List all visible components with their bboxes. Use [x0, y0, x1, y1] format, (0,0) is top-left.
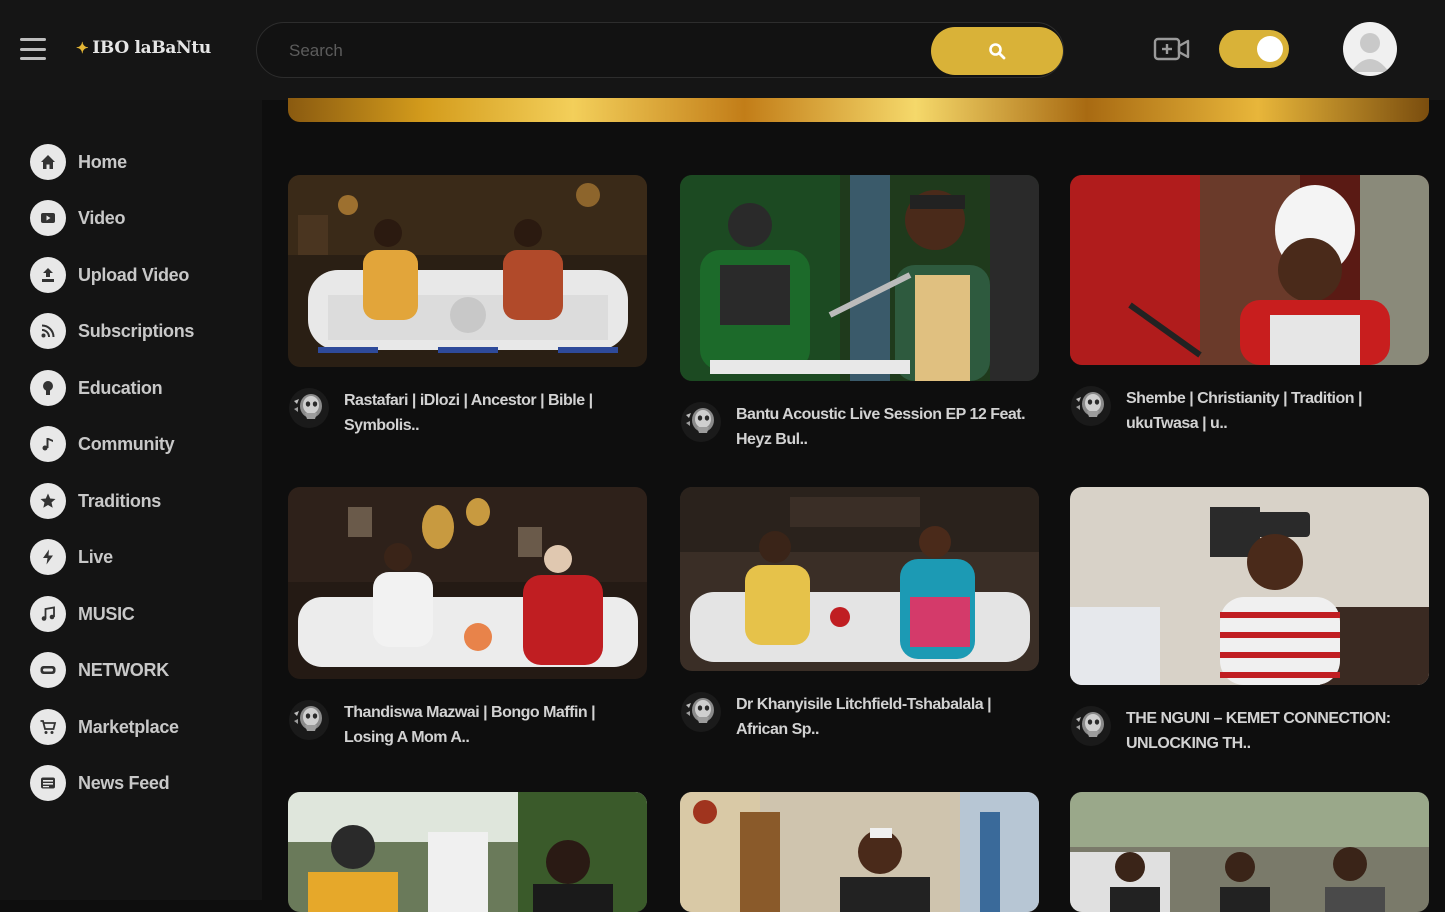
- video-title[interactable]: Thandiswa Mazwai | Bongo Maffin | Losing…: [344, 700, 634, 750]
- network-icon: [30, 652, 66, 688]
- video-card[interactable]: Dr Khanyisile Litchfield-Tshabalala | Af…: [680, 487, 1039, 738]
- search-button[interactable]: [931, 27, 1063, 75]
- video-card[interactable]: Shembe | Christianity | Tradition | ukuT…: [1070, 175, 1429, 432]
- video-thumbnail[interactable]: [680, 175, 1039, 381]
- video-title[interactable]: THE NGUNI – KEMET CONNECTION: UNLOCKING …: [1126, 706, 1416, 756]
- sidebar-item-upload-video[interactable]: Upload Video: [30, 255, 189, 295]
- sidebar: Home Video Upload Video Subscriptions Ed…: [0, 100, 262, 900]
- user-avatar[interactable]: [1343, 22, 1397, 76]
- video-title-line: Thandiswa Mazwai | Bongo Maffin |: [344, 704, 596, 721]
- top-bar: ✦ IBO laBaNtu: [0, 0, 1445, 100]
- home-icon: [30, 144, 66, 180]
- video-title-line: Bantu Acoustic Live Session EP 12 Feat.: [736, 406, 1026, 423]
- video-card[interactable]: [1070, 792, 1429, 912]
- video-title-line: ukuTwasa | u..: [1126, 415, 1228, 432]
- sidebar-item-video[interactable]: Video: [30, 198, 125, 238]
- video-title-line: Symbolis..: [344, 417, 420, 434]
- sidebar-item-label: Live: [78, 546, 113, 567]
- video-title-line: Rastafari | iDlozi | Ancestor | Bible |: [344, 392, 593, 409]
- channel-logo-icon[interactable]: [680, 691, 722, 733]
- channel-logo-icon[interactable]: [288, 699, 330, 741]
- video-thumbnail[interactable]: [680, 487, 1039, 671]
- channel-logo-icon[interactable]: [680, 401, 722, 443]
- lightbulb-icon: [30, 370, 66, 406]
- search-icon: [989, 43, 1006, 60]
- sidebar-item-traditions[interactable]: Traditions: [30, 481, 161, 521]
- video-thumbnail[interactable]: [288, 792, 647, 912]
- video-title-line: Heyz Bul..: [736, 431, 808, 448]
- sidebar-item-subscriptions[interactable]: Subscriptions: [30, 311, 194, 351]
- sidebar-item-label: Home: [78, 151, 127, 172]
- video-thumbnail[interactable]: [288, 487, 647, 679]
- sidebar-item-label: NETWORK: [78, 659, 169, 680]
- music-icon: [30, 596, 66, 632]
- sidebar-item-music[interactable]: MUSIC: [30, 594, 135, 634]
- video-title-line: Losing A Mom A..: [344, 729, 470, 746]
- sidebar-item-label: Marketplace: [78, 716, 179, 737]
- hamburger-menu-icon[interactable]: [20, 38, 46, 60]
- video-card[interactable]: Thandiswa Mazwai | Bongo Maffin | Losing…: [288, 487, 647, 746]
- video-icon: [30, 200, 66, 236]
- video-thumbnail[interactable]: [680, 792, 1039, 912]
- sidebar-item-label: Education: [78, 377, 163, 398]
- video-title-line: UNLOCKING TH..: [1126, 735, 1251, 752]
- sidebar-item-label: Community: [78, 433, 175, 454]
- video-title[interactable]: Dr Khanyisile Litchfield-Tshabalala | Af…: [736, 692, 1026, 742]
- search-input[interactable]: [289, 37, 889, 65]
- video-card[interactable]: [288, 792, 647, 912]
- cart-icon: [30, 709, 66, 745]
- add-video-icon[interactable]: [1153, 36, 1191, 62]
- video-title[interactable]: Rastafari | iDlozi | Ancestor | Bible | …: [344, 388, 634, 438]
- sidebar-item-news-feed[interactable]: News Feed: [30, 763, 170, 803]
- sidebar-item-label: Upload Video: [78, 264, 190, 285]
- video-thumbnail[interactable]: [1070, 175, 1429, 365]
- sidebar-item-network[interactable]: NETWORK: [30, 650, 169, 690]
- sidebar-item-education[interactable]: Education: [30, 368, 163, 408]
- video-title-line: Dr Khanyisile Litchfield-Tshabalala |: [736, 696, 992, 713]
- newsfeed-icon: [30, 765, 66, 801]
- sidebar-item-home[interactable]: Home: [30, 142, 127, 182]
- video-card[interactable]: Rastafari | iDlozi | Ancestor | Bible | …: [288, 175, 647, 434]
- video-thumbnail[interactable]: [1070, 792, 1429, 912]
- user-icon: [1351, 33, 1389, 72]
- rss-icon: [30, 313, 66, 349]
- logo-text: IBO laBaNtu: [92, 38, 211, 58]
- sidebar-item-label: Video: [78, 207, 126, 228]
- logo[interactable]: ✦ IBO laBaNtu: [76, 38, 211, 58]
- channel-logo-icon[interactable]: [288, 387, 330, 429]
- video-card[interactable]: THE NGUNI – KEMET CONNECTION: UNLOCKING …: [1070, 487, 1429, 752]
- sidebar-item-live[interactable]: Live: [30, 537, 113, 577]
- video-thumbnail[interactable]: [1070, 487, 1429, 685]
- sidebar-item-marketplace[interactable]: Marketplace: [30, 707, 179, 747]
- sidebar-item-label: News Feed: [78, 772, 170, 793]
- video-card[interactable]: [680, 792, 1039, 912]
- sidebar-item-label: Traditions: [78, 490, 162, 511]
- theme-toggle[interactable]: [1219, 30, 1289, 68]
- video-title-line: THE NGUNI – KEMET CONNECTION:: [1126, 710, 1391, 727]
- video-title-line: Shembe | Christianity | Tradition |: [1126, 390, 1362, 407]
- sidebar-item-label: Subscriptions: [78, 320, 195, 341]
- star-icon: [30, 483, 66, 519]
- channel-logo-icon[interactable]: [1070, 705, 1112, 747]
- upload-icon: [30, 257, 66, 293]
- video-title[interactable]: Shembe | Christianity | Tradition | ukuT…: [1126, 386, 1416, 436]
- logo-star-icon: ✦: [76, 39, 89, 57]
- sidebar-item-label: MUSIC: [78, 603, 135, 624]
- music-note-icon: [30, 426, 66, 462]
- video-thumbnail[interactable]: [288, 175, 647, 367]
- channel-logo-icon[interactable]: [1070, 385, 1112, 427]
- toggle-knob: [1257, 36, 1283, 62]
- lightning-icon: [30, 539, 66, 575]
- video-title-line: African Sp..: [736, 721, 819, 738]
- video-card[interactable]: Bantu Acoustic Live Session EP 12 Feat. …: [680, 175, 1039, 448]
- sidebar-item-community[interactable]: Community: [30, 424, 175, 464]
- search-bar: [256, 22, 1064, 78]
- hero-banner[interactable]: [288, 98, 1429, 122]
- video-title[interactable]: Bantu Acoustic Live Session EP 12 Feat. …: [736, 402, 1026, 452]
